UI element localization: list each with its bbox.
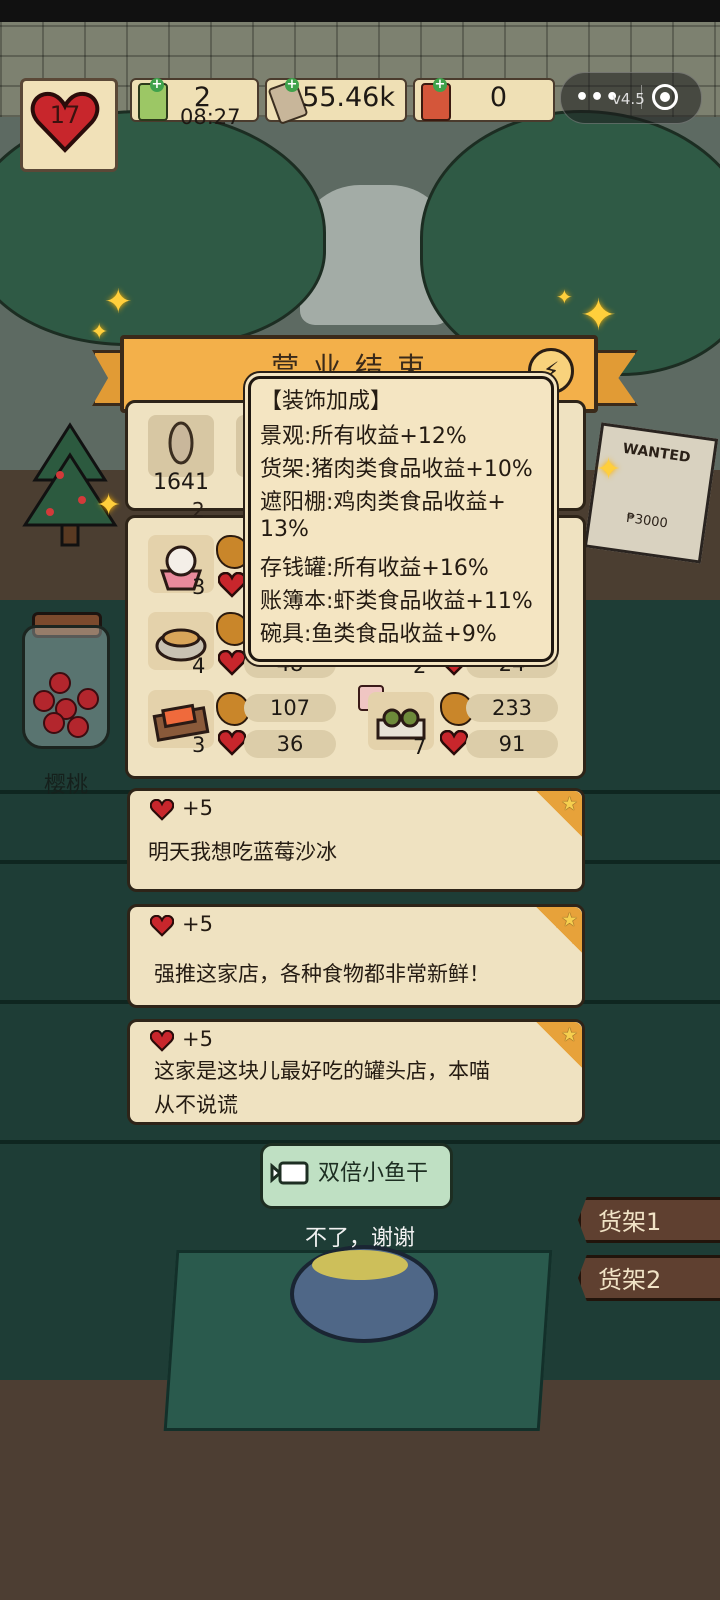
christmas-tree-icon bbox=[22, 422, 118, 547]
add-icon[interactable]: + bbox=[150, 78, 164, 92]
dried-fish-icon bbox=[168, 421, 194, 465]
comment-heart-gain: +5 bbox=[182, 912, 213, 936]
wanted-poster-price: ₱3000 bbox=[625, 510, 669, 532]
comment-text: 强推这家店，各种食物都非常新鲜！ bbox=[154, 962, 490, 986]
fish-count: 55.46k bbox=[302, 82, 395, 113]
sparkle-icon: ✦ bbox=[556, 285, 573, 309]
fish-coin-icon bbox=[216, 535, 250, 569]
comment-text: 明天我想吃蓝莓沙冰 bbox=[148, 840, 337, 864]
sparkle-icon: ✦ bbox=[596, 452, 622, 487]
comment-heart-gain: +5 bbox=[182, 1027, 213, 1051]
capsule-divider bbox=[641, 85, 642, 109]
can-count: 0 bbox=[489, 82, 507, 113]
hearts-stat: 91 bbox=[498, 732, 526, 756]
no-thanks-button[interactable]: 不了，谢谢 bbox=[270, 1220, 450, 1252]
order-qty: 7 bbox=[413, 735, 427, 759]
sparkle-icon: ✦ bbox=[104, 282, 133, 322]
customer-comment: ★ +5 这家是这块儿最好吃的罐头店，本喵 从不说谎 bbox=[127, 1019, 585, 1125]
shelf-1-label: 货架1 bbox=[598, 1208, 662, 1236]
comment-heart-gain: +5 bbox=[182, 796, 213, 820]
status-bar bbox=[0, 0, 720, 22]
tooltip-line: 遮阳棚:鸡肉类食品收益+ bbox=[260, 490, 506, 515]
comment-text-line: 这家是这块儿最好吃的罐头店，本喵 bbox=[154, 1059, 490, 1083]
tooltip-line: 景观:所有收益+12% bbox=[260, 424, 467, 449]
fish-counter[interactable]: + 55.46k bbox=[265, 78, 407, 125]
fish-earned-count: 1641 bbox=[153, 470, 209, 495]
add-icon[interactable]: + bbox=[433, 78, 447, 92]
customer-comment: ★ +5 强推这家店，各种食物都非常新鲜！ bbox=[127, 904, 585, 1008]
shelf-2-label: 货架2 bbox=[598, 1266, 662, 1294]
can-counter[interactable]: + 0 bbox=[413, 78, 555, 122]
hearts-count: 17 bbox=[49, 101, 81, 129]
heart-icon bbox=[218, 572, 246, 598]
order-qty: 3 bbox=[192, 733, 206, 757]
tooltip-line: 存钱罐:所有收益+16% bbox=[260, 556, 489, 581]
add-icon[interactable]: + bbox=[285, 78, 299, 92]
jar-label: 樱桃 bbox=[43, 773, 88, 798]
sparkle-icon: ✦ bbox=[96, 488, 122, 523]
fish-earned-tile[interactable] bbox=[148, 415, 214, 477]
tooltip-line: 货架:猪肉类食品收益+10% bbox=[260, 457, 533, 482]
version-label: v4.5 bbox=[612, 90, 645, 108]
star-icon: ★ bbox=[560, 909, 578, 931]
sparkle-icon: ✦ bbox=[580, 290, 617, 341]
heart-icon bbox=[218, 650, 246, 676]
tooltip-line: 账簿本:虾类食品收益+11% bbox=[260, 589, 533, 614]
tooltip-header: 【装饰加成】 bbox=[260, 389, 393, 414]
heart-icon bbox=[150, 1030, 174, 1052]
clock: 08:27 bbox=[180, 105, 241, 129]
order-qty: 4 bbox=[192, 654, 206, 678]
heart-icon bbox=[150, 915, 174, 937]
order-qty: 2 bbox=[192, 498, 205, 522]
star-icon: ★ bbox=[560, 1024, 578, 1046]
fish-coin-icon bbox=[216, 612, 250, 646]
wanted-poster: WANTED ₱3000 bbox=[583, 422, 719, 564]
double-fish-label: 双倍小鱼干 bbox=[318, 1161, 429, 1186]
order-qty: 3 bbox=[192, 575, 206, 599]
customer-comment: ★ +5 明天我想吃蓝莓沙冰 bbox=[127, 788, 585, 892]
tooltip-line: 13% bbox=[260, 517, 309, 542]
tooltip-line: 碗具:鱼类食品收益+9% bbox=[260, 622, 497, 647]
sparkle-icon: ✦ bbox=[90, 320, 109, 345]
hearts-stat: 36 bbox=[276, 732, 304, 756]
comment-text-line: 从不说谎 bbox=[154, 1093, 238, 1117]
heart-icon bbox=[218, 730, 246, 756]
bowl-food bbox=[312, 1250, 408, 1280]
heart-icon bbox=[440, 730, 468, 756]
star-icon: ★ bbox=[560, 793, 578, 815]
close-miniprogram-icon[interactable] bbox=[652, 84, 678, 110]
video-camera-icon bbox=[270, 1161, 309, 1185]
heart-icon bbox=[150, 799, 174, 821]
coins-stat: 107 bbox=[269, 696, 311, 720]
coins-stat: 233 bbox=[491, 696, 533, 720]
cherry-jar[interactable] bbox=[22, 625, 110, 749]
